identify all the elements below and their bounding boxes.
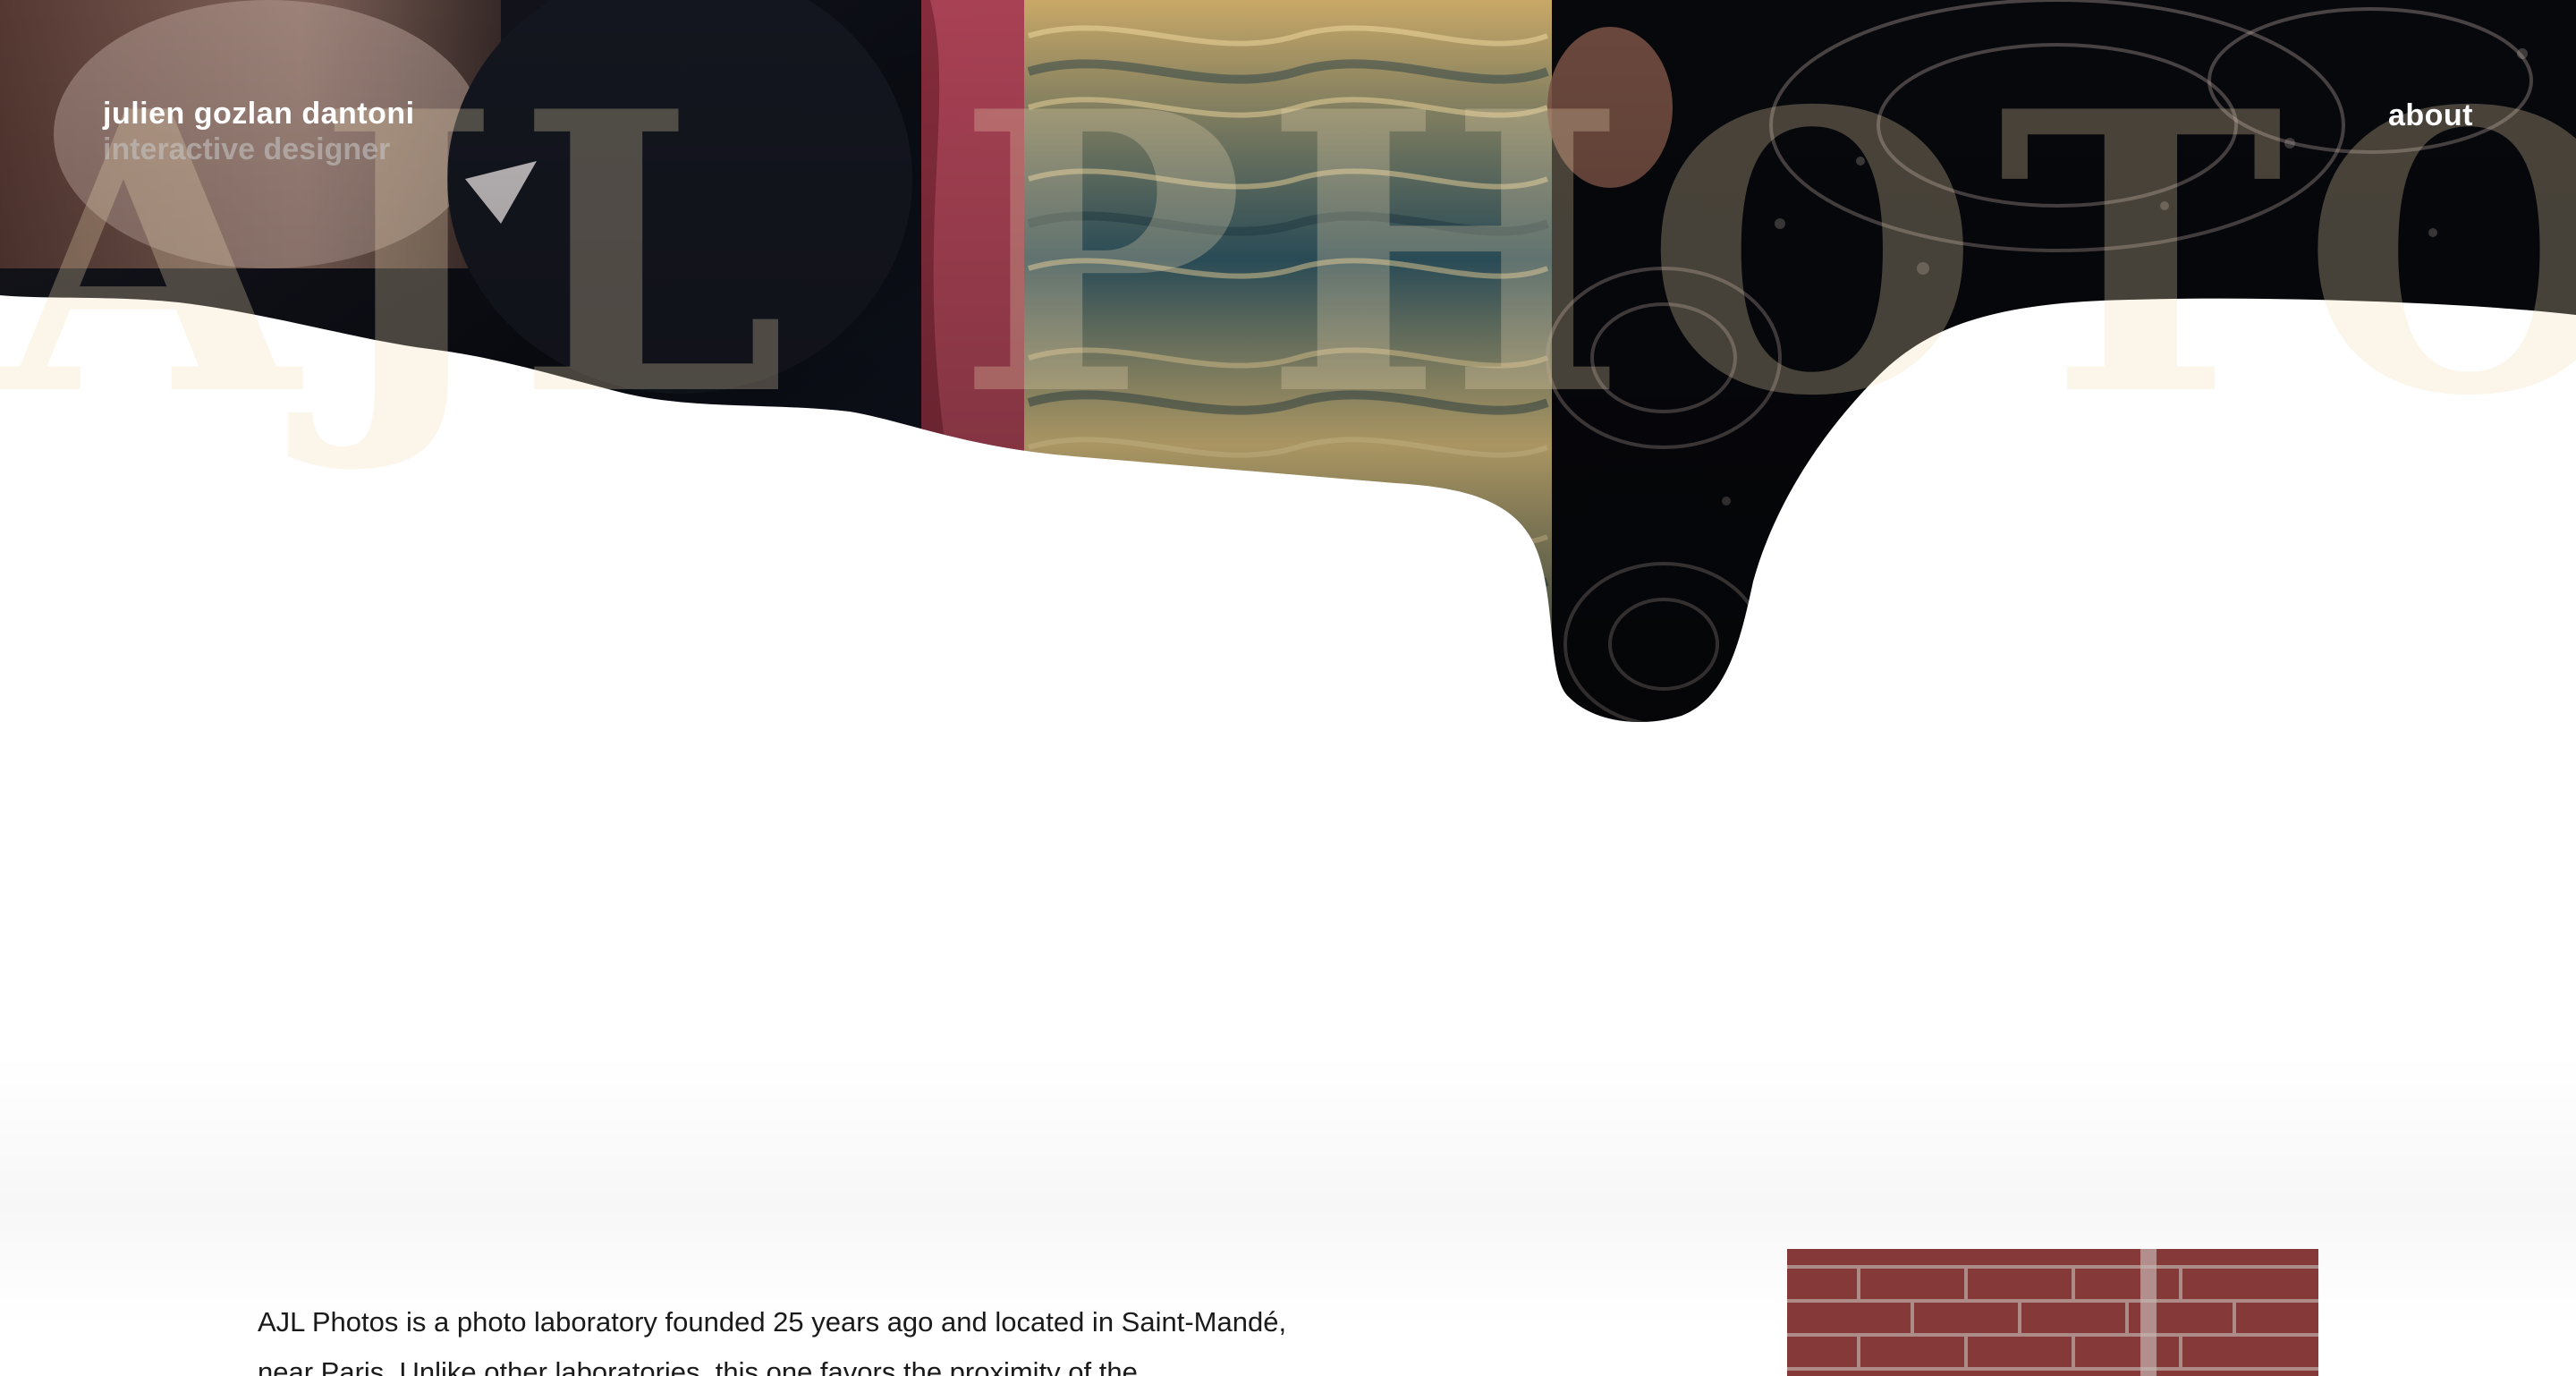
site-role: interactive designer bbox=[103, 132, 391, 166]
intro-paragraph: AJL Photos is a photo laboratory founded… bbox=[258, 1306, 1287, 1376]
brick-wall-image bbox=[1787, 1249, 2318, 1376]
project-page: AJL PHOTOS julien gozlan dantoni interac… bbox=[0, 0, 2576, 1376]
site-name-link[interactable]: julien gozlan dantoni bbox=[103, 98, 415, 131]
project-intro: AJL Photos is a photo laboratory founded… bbox=[258, 1297, 1295, 1376]
nav-about-link[interactable]: about bbox=[2388, 98, 2473, 133]
brick-wall-photo bbox=[1787, 1249, 2318, 1376]
site-brand: julien gozlan dantoni interactive design… bbox=[103, 98, 415, 166]
